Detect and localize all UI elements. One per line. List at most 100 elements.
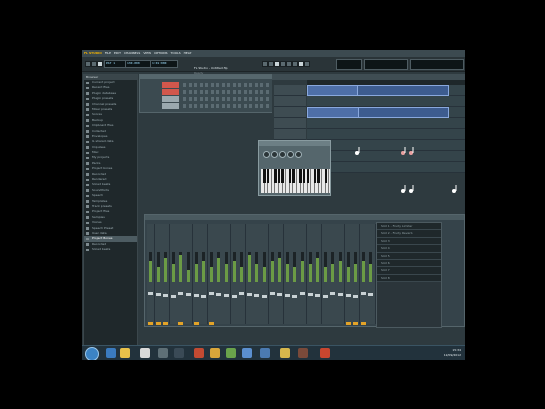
mixer-title-bar[interactable] xyxy=(145,215,464,220)
step-button[interactable] xyxy=(221,104,225,108)
step-button[interactable] xyxy=(205,90,208,94)
channel-row[interactable] xyxy=(143,82,271,88)
effect-slot[interactable]: Slot 2 - Fruity Reverb xyxy=(377,230,441,238)
step-button[interactable] xyxy=(194,90,197,94)
menu-item-options[interactable]: OPTIONS xyxy=(154,51,167,56)
volume-fader[interactable] xyxy=(277,293,283,296)
step-button[interactable] xyxy=(265,83,269,87)
step-button[interactable] xyxy=(249,90,252,94)
playlist-track[interactable] xyxy=(307,96,465,107)
tone-knob[interactable] xyxy=(287,151,294,158)
step-button[interactable] xyxy=(249,104,252,108)
step-button[interactable] xyxy=(238,97,241,101)
step-button[interactable] xyxy=(188,97,192,101)
volume-fader[interactable] xyxy=(148,292,153,295)
channel-row[interactable] xyxy=(143,96,271,102)
pitch-knob[interactable] xyxy=(279,151,286,158)
volume-fader[interactable] xyxy=(231,295,237,298)
step-button[interactable] xyxy=(221,97,225,101)
track-indicator[interactable] xyxy=(345,322,351,325)
step-button[interactable] xyxy=(199,90,203,94)
volume-fader[interactable] xyxy=(208,292,214,295)
step-button[interactable] xyxy=(194,104,197,108)
archive-icon[interactable] xyxy=(280,348,290,358)
step-button[interactable] xyxy=(210,104,214,108)
step-button[interactable] xyxy=(243,90,247,94)
fl-logo[interactable]: FL STUDIO xyxy=(84,51,102,56)
black-key[interactable] xyxy=(303,169,306,183)
step-button[interactable] xyxy=(260,97,263,101)
playlist-track[interactable] xyxy=(307,129,465,140)
step-button[interactable] xyxy=(216,104,219,108)
pan-knob[interactable] xyxy=(271,151,278,158)
step-button[interactable] xyxy=(260,104,263,108)
track-indicator[interactable] xyxy=(360,322,366,325)
tempo-display[interactable]: 130.000 xyxy=(125,60,151,68)
step-button[interactable] xyxy=(243,97,247,101)
step-button[interactable] xyxy=(243,83,247,87)
menu-item-view[interactable]: VIEW xyxy=(143,51,151,56)
step-button[interactable] xyxy=(194,97,197,101)
pattern-clip-1[interactable] xyxy=(307,85,359,96)
step-button[interactable] xyxy=(254,83,258,87)
volume-fader[interactable] xyxy=(163,294,169,297)
step-button[interactable] xyxy=(238,90,241,94)
track-header[interactable] xyxy=(274,129,306,140)
step-button[interactable] xyxy=(194,83,197,87)
volume-fader[interactable] xyxy=(239,292,245,295)
effect-slot[interactable]: Slot 8 xyxy=(377,274,441,283)
step-button[interactable] xyxy=(260,83,263,87)
media-icon[interactable] xyxy=(210,348,220,358)
step-button[interactable] xyxy=(205,104,208,108)
volume-fader[interactable] xyxy=(193,294,199,297)
step-button[interactable] xyxy=(221,90,225,94)
start-button[interactable] xyxy=(85,347,99,360)
explorer-icon[interactable] xyxy=(260,348,270,358)
track-header[interactable] xyxy=(274,96,306,107)
stop-button[interactable] xyxy=(97,61,103,67)
volume-knob[interactable] xyxy=(263,151,270,158)
pattern-clip-2b[interactable] xyxy=(358,107,449,118)
channel-name-button[interactable] xyxy=(162,82,179,88)
black-key[interactable] xyxy=(267,169,270,183)
volume-fader[interactable] xyxy=(284,294,290,297)
track-header[interactable] xyxy=(274,107,306,118)
volume-fader[interactable] xyxy=(262,295,267,298)
step-button[interactable] xyxy=(249,97,252,101)
player-icon[interactable] xyxy=(194,348,204,358)
track-indicator[interactable] xyxy=(193,322,199,325)
black-key[interactable] xyxy=(263,169,266,183)
step-button[interactable] xyxy=(205,97,208,101)
app-icon[interactable] xyxy=(158,348,168,358)
step-button[interactable] xyxy=(199,83,203,87)
volume-fader[interactable] xyxy=(307,293,313,296)
step-button[interactable] xyxy=(232,90,236,94)
channel-name-button[interactable] xyxy=(162,103,179,109)
black-key[interactable] xyxy=(299,169,302,183)
volume-fader[interactable] xyxy=(216,293,222,296)
volume-fader[interactable] xyxy=(330,292,336,295)
black-key[interactable] xyxy=(324,169,327,183)
menu-item-help[interactable]: HELP xyxy=(184,51,192,56)
step-button[interactable] xyxy=(221,83,225,87)
step-button[interactable] xyxy=(227,104,230,108)
track-indicator[interactable] xyxy=(208,322,214,325)
step-button[interactable] xyxy=(183,90,186,94)
volume-fader[interactable] xyxy=(353,295,359,298)
playlist-track[interactable] xyxy=(307,118,465,129)
black-key[interactable] xyxy=(274,169,277,183)
volume-fader[interactable] xyxy=(186,293,191,296)
track-indicator[interactable] xyxy=(353,322,359,325)
volume-fader[interactable] xyxy=(345,294,351,297)
black-key[interactable] xyxy=(292,169,295,183)
step-button[interactable] xyxy=(243,104,247,108)
channel-row[interactable] xyxy=(143,89,271,95)
step-button[interactable] xyxy=(265,90,269,94)
pattern-display[interactable]: PAT 1 xyxy=(104,60,126,68)
track-indicator[interactable] xyxy=(148,322,153,325)
step-button[interactable] xyxy=(232,104,236,108)
step-button[interactable] xyxy=(232,97,236,101)
step-button[interactable] xyxy=(188,90,192,94)
track-indicator[interactable] xyxy=(155,322,161,325)
step-button[interactable] xyxy=(183,83,186,87)
